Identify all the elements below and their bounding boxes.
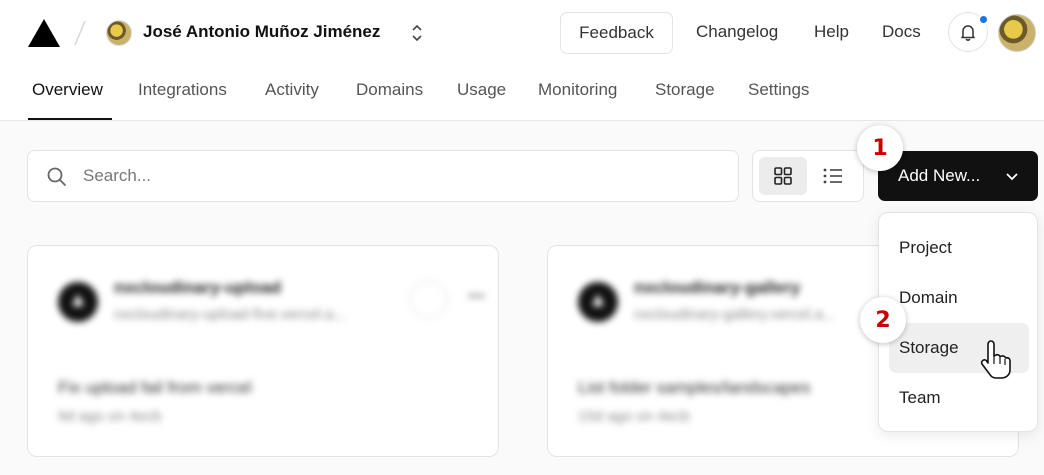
project-url[interactable]: nxcloudinary-upload-five.vercel.a... xyxy=(114,306,346,323)
notification-badge xyxy=(978,14,989,25)
changelog-link[interactable]: Changelog xyxy=(696,22,778,42)
vercel-logo-icon[interactable] xyxy=(28,19,60,47)
top-navigation: José Antonio Muñoz Jiménez Feedback Chan… xyxy=(0,0,1044,121)
tab-storage[interactable]: Storage xyxy=(655,80,715,100)
hand-pointer-icon xyxy=(980,340,1011,379)
divider-slash-icon xyxy=(74,20,86,46)
menu-item-label: Domain xyxy=(899,288,958,307)
bell-icon xyxy=(961,25,975,41)
team-avatar[interactable] xyxy=(106,20,132,46)
chevron-down-icon xyxy=(1006,173,1018,181)
tab-activity[interactable]: Activity xyxy=(265,80,319,100)
menu-item-team[interactable]: Team xyxy=(889,373,1029,423)
project-card[interactable]: nxcloudinary-upload nxcloudinary-upload-… xyxy=(27,245,499,457)
more-options-icon[interactable]: ••• xyxy=(468,288,485,306)
project-commit-message: List folder samples/landscapes xyxy=(578,378,811,397)
active-tab-indicator xyxy=(28,118,112,120)
tab-settings[interactable]: Settings xyxy=(748,80,809,100)
project-commit-meta: 15d ago on 4ecb xyxy=(578,408,690,425)
activity-pulse-icon[interactable] xyxy=(410,280,448,318)
help-link[interactable]: Help xyxy=(814,22,849,42)
team-name[interactable]: José Antonio Muñoz Jiménez xyxy=(143,22,380,42)
project-icon xyxy=(58,282,98,322)
menu-item-label: Project xyxy=(899,238,952,257)
search-icon xyxy=(47,167,66,186)
step-marker-1: 1 xyxy=(857,125,903,171)
tab-usage[interactable]: Usage xyxy=(457,80,506,100)
grid-icon xyxy=(774,167,792,185)
tab-overview[interactable]: Overview xyxy=(32,80,103,100)
project-url[interactable]: nxcloudinary-gallery.vercel.a... xyxy=(634,306,835,323)
menu-item-label: Team xyxy=(899,388,941,407)
project-commit-meta: 9d ago on 4ecb xyxy=(58,408,162,425)
user-avatar[interactable] xyxy=(998,14,1036,52)
grid-view-button[interactable] xyxy=(759,157,807,195)
menu-item-label: Storage xyxy=(899,338,959,357)
feedback-button[interactable]: Feedback xyxy=(560,12,673,54)
list-view-button[interactable] xyxy=(809,157,857,195)
menu-item-project[interactable]: Project xyxy=(889,223,1029,273)
project-name[interactable]: nxcloudinary-gallery xyxy=(634,278,800,298)
project-commit-message: Fix upload fail from vercel xyxy=(58,378,252,397)
tab-integrations[interactable]: Integrations xyxy=(138,80,227,100)
add-new-button[interactable]: Add New... xyxy=(878,151,1038,201)
tab-domains[interactable]: Domains xyxy=(356,80,423,100)
project-name[interactable]: nxcloudinary-upload xyxy=(114,278,281,298)
menu-item-domain[interactable]: Domain xyxy=(889,273,1029,323)
search-placeholder: Search... xyxy=(83,166,152,185)
chevron-up-down-icon[interactable] xyxy=(407,22,427,44)
step-marker-2: 2 xyxy=(860,297,906,343)
project-icon xyxy=(578,282,618,322)
list-icon xyxy=(823,168,842,184)
add-new-label: Add New... xyxy=(898,166,981,185)
docs-link[interactable]: Docs xyxy=(882,22,921,42)
tab-monitoring[interactable]: Monitoring xyxy=(538,80,617,100)
